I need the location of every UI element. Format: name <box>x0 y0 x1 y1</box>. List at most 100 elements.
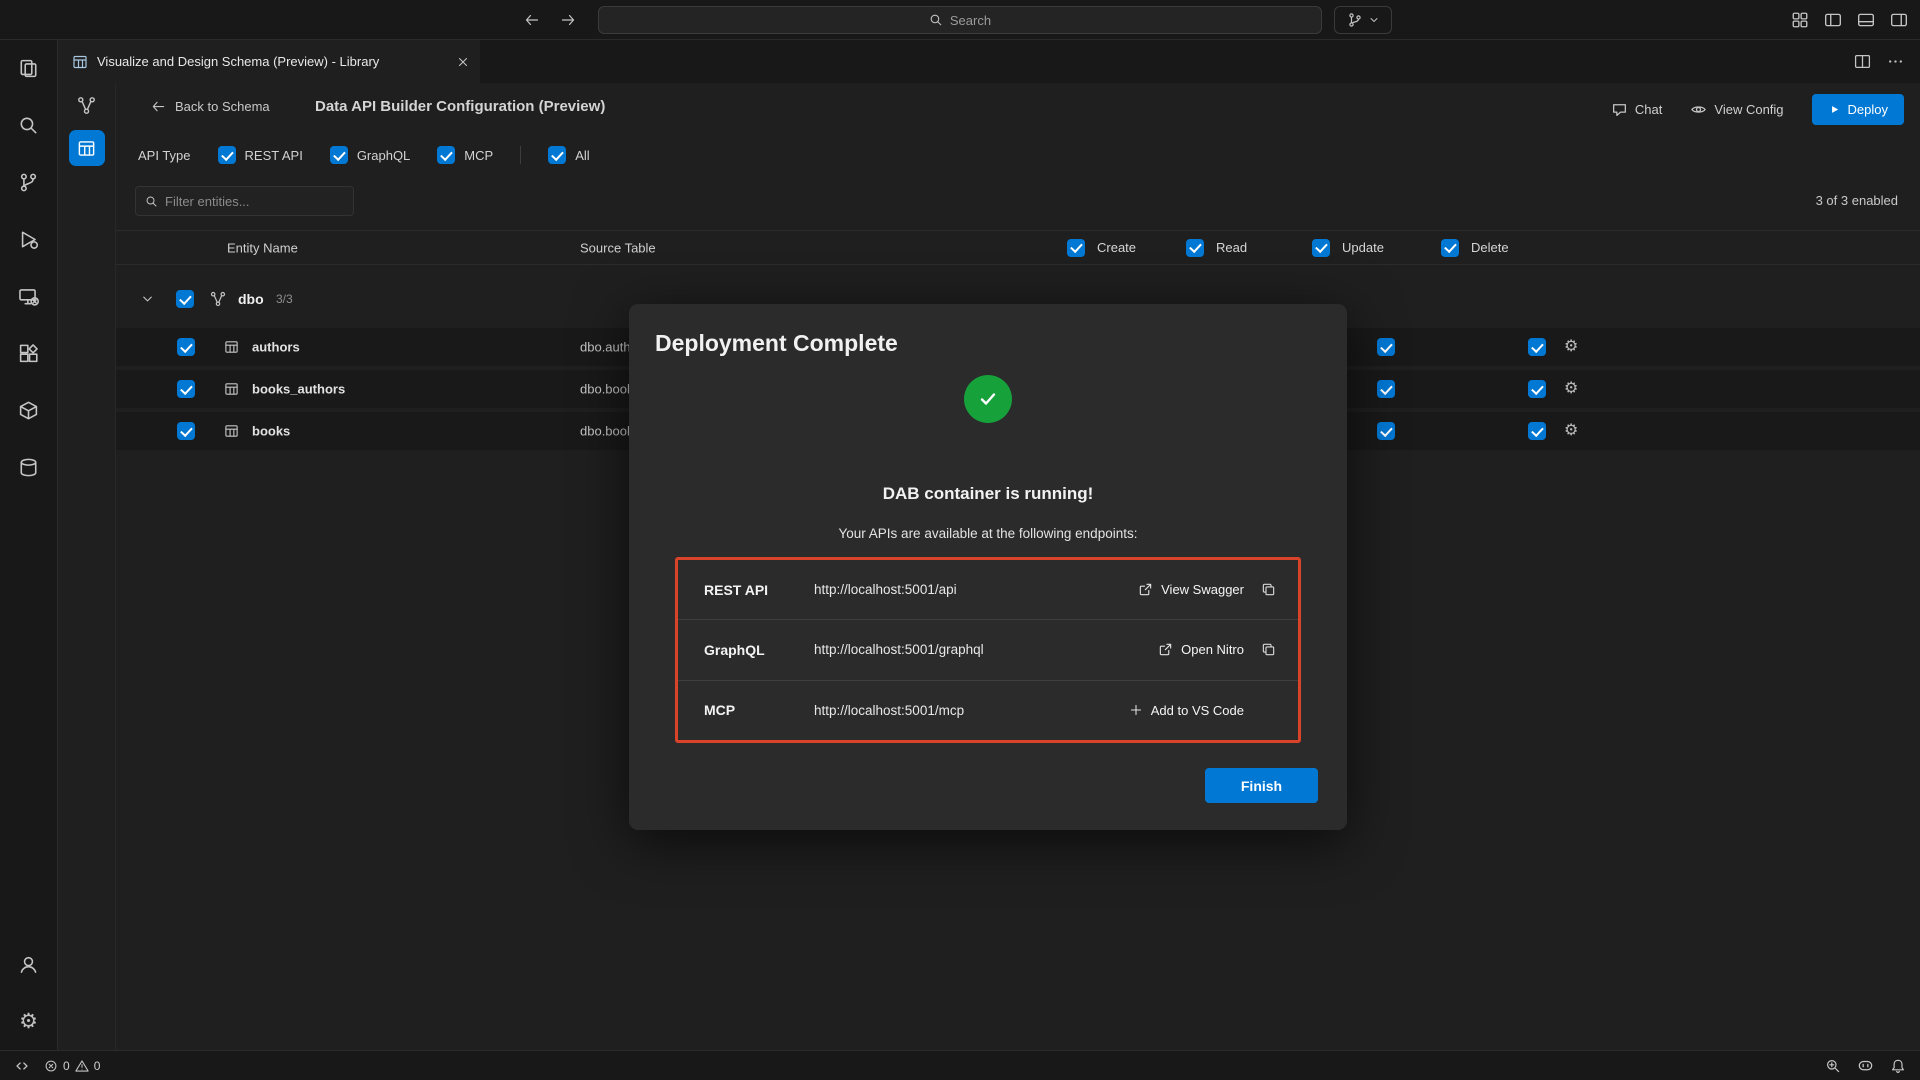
source-control-activity-button[interactable] <box>0 154 58 211</box>
row-settings-gear-icon[interactable]: ⚙ <box>1564 339 1578 355</box>
session-picker-button[interactable] <box>1334 6 1392 34</box>
delete-column-label: Delete <box>1471 240 1509 255</box>
rest-api-checkbox[interactable] <box>218 146 236 164</box>
enabled-count: 3 of 3 enabled <box>1816 193 1898 208</box>
split-editor-icon[interactable] <box>1854 53 1871 70</box>
accounts-button[interactable] <box>0 936 58 993</box>
chevron-down-icon[interactable] <box>140 292 155 307</box>
delete-checkbox[interactable] <box>1528 380 1546 398</box>
copy-icon[interactable] <box>1258 642 1278 657</box>
finish-button[interactable]: Finish <box>1205 768 1318 803</box>
endpoints-box: REST API http://localhost:5001/api View … <box>675 557 1301 743</box>
explorer-activity-button[interactable] <box>0 40 58 97</box>
customize-layout-icon[interactable] <box>1791 11 1809 29</box>
gear-icon: ⚙ <box>19 1011 38 1032</box>
remote-explorer-activity-button[interactable] <box>0 268 58 325</box>
statusbar-right <box>1825 1057 1906 1074</box>
tab-visualize-design-schema[interactable]: Visualize and Design Schema (Preview) - … <box>58 40 480 83</box>
status-bar: 0 0 <box>0 1050 1920 1080</box>
dialog-subtitle: Your APIs are available at the following… <box>629 526 1347 541</box>
endpoint-name: MCP <box>704 702 800 718</box>
all-checkbox[interactable] <box>548 146 566 164</box>
problems-indicator[interactable]: 0 0 <box>44 1059 100 1073</box>
select-all-create-checkbox[interactable] <box>1067 239 1085 257</box>
table-icon <box>224 382 239 397</box>
source-control-icon <box>18 172 39 193</box>
warning-icon <box>75 1059 89 1073</box>
toggle-sidebar-right-icon[interactable] <box>1890 11 1908 29</box>
row-settings-gear-icon[interactable]: ⚙ <box>1564 423 1578 439</box>
view-swagger-button[interactable]: View Swagger <box>1138 582 1244 597</box>
page-title: Data API Builder Configuration (Preview) <box>315 98 605 115</box>
create-column: Create <box>1067 239 1136 257</box>
schema-visualizer-icon[interactable] <box>77 96 96 115</box>
update-checkbox[interactable] <box>1377 422 1395 440</box>
database-projects-activity-button[interactable] <box>0 382 58 439</box>
toggle-panel-icon[interactable] <box>1857 11 1875 29</box>
delete-column: Delete <box>1441 239 1509 257</box>
api-option-rest: REST API <box>218 146 303 164</box>
filter-entities-input[interactable] <box>165 194 344 209</box>
chevron-down-icon <box>1368 14 1380 26</box>
update-column-label: Update <box>1342 240 1384 255</box>
endpoint-action-label: Open Nitro <box>1181 642 1244 657</box>
entity-name: books_authors <box>252 382 345 397</box>
row-settings-gear-icon[interactable]: ⚙ <box>1564 381 1578 397</box>
extensions-activity-button[interactable] <box>0 325 58 382</box>
remote-indicator-icon[interactable] <box>14 1058 30 1074</box>
view-config-button[interactable]: View Config <box>1690 101 1783 118</box>
row-checkbox[interactable] <box>177 338 195 356</box>
run-debug-activity-button[interactable] <box>0 211 58 268</box>
delete-checkbox[interactable] <box>1528 422 1546 440</box>
select-all-update-checkbox[interactable] <box>1312 239 1330 257</box>
filter-entities-box <box>135 186 354 216</box>
open-nitro-button[interactable]: Open Nitro <box>1158 642 1244 657</box>
settings-button[interactable]: ⚙ <box>0 993 58 1050</box>
search-placeholder: Search <box>950 13 991 28</box>
update-checkbox[interactable] <box>1377 380 1395 398</box>
select-all-delete-checkbox[interactable] <box>1441 239 1459 257</box>
notifications-bell-icon[interactable] <box>1890 1058 1906 1074</box>
deploy-button[interactable]: Deploy <box>1812 94 1904 125</box>
toggle-sidebar-left-icon[interactable] <box>1824 11 1842 29</box>
endpoint-action-label: View Swagger <box>1161 582 1244 597</box>
run-debug-icon <box>18 229 39 250</box>
api-option-graphql: GraphQL <box>330 146 410 164</box>
row-checkbox[interactable] <box>177 422 195 440</box>
layout-controls <box>1791 0 1908 40</box>
forward-arrow-icon[interactable] <box>560 12 576 28</box>
more-actions-icon[interactable] <box>1887 53 1904 70</box>
warning-count: 0 <box>94 1059 101 1073</box>
rest-api-label: REST API <box>245 148 303 163</box>
select-all-read-checkbox[interactable] <box>1186 239 1204 257</box>
copy-icon[interactable] <box>1258 582 1278 597</box>
copilot-icon[interactable] <box>1857 1057 1874 1074</box>
row-checkbox[interactable] <box>177 380 195 398</box>
remote-explorer-icon <box>18 286 39 307</box>
update-checkbox[interactable] <box>1377 338 1395 356</box>
chat-button[interactable]: Chat <box>1611 101 1662 118</box>
search-icon <box>145 195 158 208</box>
mcp-label: MCP <box>464 148 493 163</box>
table-icon <box>224 424 239 439</box>
add-to-vscode-button[interactable]: Add to VS Code <box>1129 703 1244 718</box>
back-to-schema-link[interactable]: Back to Schema <box>151 99 270 114</box>
search-command-center[interactable]: Search <box>598 6 1322 34</box>
close-icon[interactable] <box>456 55 470 69</box>
delete-checkbox[interactable] <box>1528 338 1546 356</box>
dab-configuration-view-button[interactable] <box>69 130 105 166</box>
endpoint-name: REST API <box>704 582 800 598</box>
sql-server-activity-button[interactable] <box>0 439 58 496</box>
deployment-complete-dialog: Deployment Complete DAB container is run… <box>629 304 1347 830</box>
zoom-icon[interactable] <box>1825 1058 1841 1074</box>
graphql-checkbox[interactable] <box>330 146 348 164</box>
schema-group-checkbox[interactable] <box>176 290 194 308</box>
back-arrow-icon[interactable] <box>524 12 540 28</box>
eye-icon <box>1690 101 1707 118</box>
search-activity-button[interactable] <box>0 97 58 154</box>
branch-icon <box>1347 12 1363 28</box>
mcp-checkbox[interactable] <box>437 146 455 164</box>
vscode-window: Search ⚙ Visualize and Design Schema (Pr… <box>0 0 1920 1080</box>
source-table-column-header: Source Table <box>580 240 656 255</box>
back-to-schema-label: Back to Schema <box>175 99 270 114</box>
